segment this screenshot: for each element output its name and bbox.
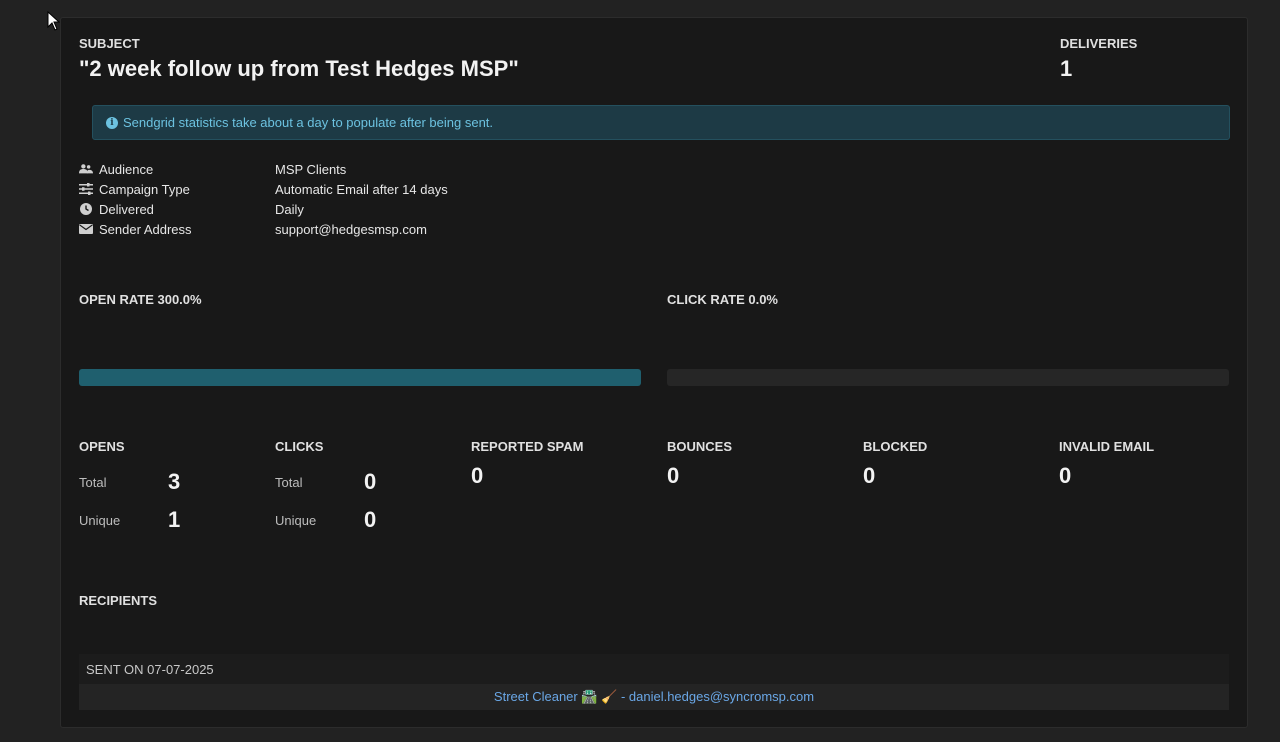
detail-row-delivered: Delivered Daily [79, 199, 448, 219]
invalid-email-value: 0 [1059, 463, 1072, 488]
invalid-email-stat: INVALID EMAIL 0 [1059, 439, 1154, 489]
click-rate-bar [667, 369, 1229, 386]
users-icon [79, 164, 93, 174]
recipient-link[interactable]: Street Cleaner 🛣️ 🧹 - daniel.hedges@sync… [494, 689, 814, 705]
invalid-email-label: INVALID EMAIL [1059, 439, 1155, 454]
reported-spam-stat: REPORTED SPAM 0 [471, 439, 583, 489]
clicks-label: CLICKS [275, 439, 324, 454]
recipients-label: RECIPIENTS [79, 593, 158, 608]
blocked-label: BLOCKED [863, 439, 928, 454]
sliders-icon [79, 183, 93, 195]
open-rate-bar [79, 369, 641, 386]
open-rate-bar-fill [79, 369, 641, 386]
alert-text: Sendgrid statistics take about a day to … [123, 115, 494, 130]
blocked-value: 0 [863, 463, 876, 488]
bounces-value: 0 [667, 463, 680, 488]
clock-icon [80, 203, 92, 215]
sent-on-text: SENT ON 07-07-2025 [86, 661, 214, 677]
opens-unique-value: 1 [168, 507, 181, 532]
detail-value: Daily [275, 201, 304, 217]
detail-value: Automatic Email after 14 days [275, 181, 448, 197]
blocked-stat: BLOCKED 0 [863, 439, 927, 489]
click-rate-label: CLICK RATE 0.0% [667, 292, 778, 307]
detail-row-audience: Audience MSP Clients [79, 159, 448, 179]
deliveries-value: 1 [1060, 56, 1073, 81]
campaign-stats-panel: SUBJECT "2 week follow up from Test Hedg… [60, 17, 1248, 728]
clicks-total-label: Total [275, 474, 303, 490]
mouse-cursor-icon [47, 11, 61, 31]
info-icon: i [106, 116, 118, 129]
detail-label: Audience [99, 161, 154, 177]
clicks-unique-value: 0 [364, 507, 377, 532]
open-rate-label: OPEN RATE 300.0% [79, 292, 202, 307]
envelope-icon [79, 224, 93, 234]
deliveries-label: DELIVERIES [1060, 36, 1138, 51]
clicks-unique-label: Unique [275, 512, 317, 528]
bounces-label: BOUNCES [667, 439, 733, 454]
detail-row-sender-address: Sender Address support@hedgesmsp.com [79, 219, 448, 239]
clicks-stat: CLICKS Total 0 Unique 0 [275, 439, 376, 539]
detail-row-campaign-type: Campaign Type Automatic Email after 14 d… [79, 179, 448, 199]
bounces-stat: BOUNCES 0 [667, 439, 732, 489]
opens-label: OPENS [79, 439, 125, 454]
reported-spam-label: REPORTED SPAM [471, 439, 584, 454]
subject-title: "2 week follow up from Test Hedges MSP" [79, 56, 519, 81]
campaign-details: Audience MSP Clients Campaign Type Autom… [79, 159, 448, 239]
opens-total-label: Total [79, 474, 107, 490]
opens-unique-label: Unique [79, 512, 121, 528]
subject-label: SUBJECT [79, 36, 140, 51]
detail-label: Campaign Type [99, 181, 190, 197]
opens-stat: OPENS Total 3 Unique 1 [79, 439, 180, 539]
detail-value: MSP Clients [275, 161, 347, 177]
detail-label: Delivered [99, 201, 154, 217]
detail-label: Sender Address [99, 221, 192, 237]
opens-total-value: 3 [168, 469, 181, 494]
reported-spam-value: 0 [471, 463, 484, 488]
detail-value: support@hedgesmsp.com [275, 221, 427, 237]
info-alert: i Sendgrid statistics take about a day t… [92, 105, 1230, 140]
sent-on-header: SENT ON 07-07-2025 [79, 654, 1229, 684]
clicks-total-value: 0 [364, 469, 377, 494]
recipient-row: Street Cleaner 🛣️ 🧹 - daniel.hedges@sync… [79, 684, 1229, 710]
